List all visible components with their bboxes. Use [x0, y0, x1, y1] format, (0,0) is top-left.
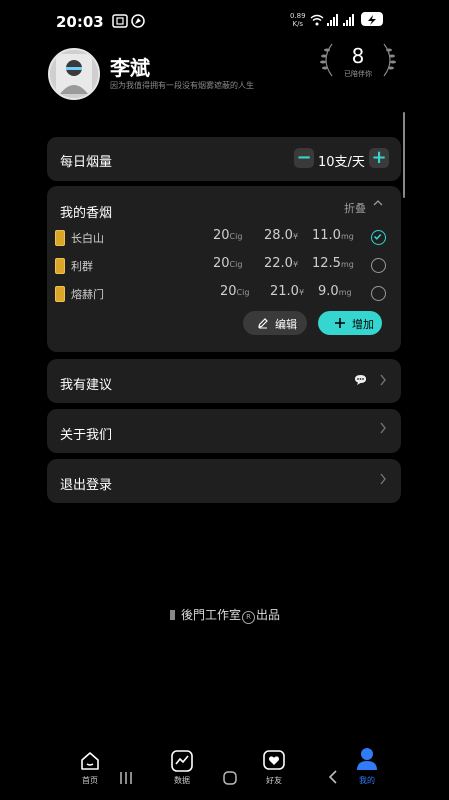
chat-bubble-icon [355, 375, 366, 385]
chart-icon[interactable] [170, 749, 194, 773]
menu-about-label: 关于我们 [60, 428, 113, 443]
chevron-up-icon[interactable] [372, 197, 384, 209]
cigarette-tar: 11.0mg [312, 228, 354, 243]
count-value: 20 [213, 256, 230, 271]
battery-icon [361, 12, 383, 26]
studio-name: 後門工作室 [181, 608, 242, 622]
menu-suggest-label: 我有建议 [60, 378, 113, 393]
days-count: 8 [351, 44, 365, 68]
price-value: 21.0 [270, 284, 299, 299]
chevron-right-icon [380, 473, 386, 485]
nav-data-label[interactable]: 数据 [160, 775, 204, 786]
chevron-right-icon [380, 374, 386, 386]
cigarette-count: 20Cig [213, 228, 242, 243]
cigarette-row[interactable]: 利群 20Cig 22.0¥ 12.5mg [47, 256, 401, 276]
studio-suffix: 出品 [256, 608, 281, 622]
user-motto: 因为我值得拥有一段没有烟雾遮蔽的人生 [110, 81, 254, 90]
count-unit: Cig [236, 288, 250, 297]
my-cigarettes-title: 我的香烟 [60, 206, 113, 221]
check-icon [373, 233, 382, 240]
menu-logout[interactable]: 退出登录 [47, 459, 401, 503]
user-profile-icon[interactable] [356, 747, 378, 771]
recent-apps-icon[interactable] [119, 771, 133, 785]
home-button-icon[interactable] [222, 770, 238, 786]
days-label: 已陪伴你 [344, 70, 372, 78]
tar-unit: mg [338, 288, 352, 297]
count-value: 20 [220, 284, 237, 299]
price-value: 28.0 [264, 228, 293, 243]
select-radio-checked[interactable] [371, 230, 386, 245]
price-unit: ¥ [292, 260, 299, 269]
price-value: 22.0 [264, 256, 293, 271]
signal-icon [327, 14, 338, 26]
add-button[interactable]: 增加 [318, 311, 382, 335]
count-value: 20 [213, 228, 230, 243]
nav-mine-label[interactable]: 我的 [345, 775, 389, 786]
home-icon[interactable] [79, 750, 101, 772]
pencil-icon [258, 318, 268, 329]
laurel-right-icon [383, 43, 396, 77]
cigarette-price: 22.0¥ [264, 256, 298, 271]
cigarette-count: 20Cig [220, 284, 249, 299]
cigarette-name: 熔赫门 [71, 288, 104, 301]
cigarette-price: 28.0¥ [264, 228, 298, 243]
cigarette-name: 利群 [71, 260, 93, 273]
tar-value: 9.0 [318, 284, 339, 299]
cigarette-pack-icon [55, 230, 65, 246]
compass-icon [131, 14, 145, 28]
back-icon[interactable] [327, 769, 339, 785]
edit-button[interactable]: 编辑 [243, 311, 307, 335]
wifi-icon [310, 14, 324, 26]
cigarette-row[interactable]: 熔赫门 20Cig 21.0¥ 9.0mg [47, 284, 401, 304]
cigarette-tar: 9.0mg [318, 284, 352, 299]
registered-icon: R [242, 611, 256, 624]
menu-logout-label: 退出登录 [60, 478, 113, 493]
edit-label: 编辑 [275, 318, 297, 331]
cigarette-name: 长白山 [71, 232, 104, 245]
scrollbar[interactable] [403, 112, 405, 198]
nav-home-label[interactable]: 首页 [68, 775, 112, 786]
nav-friends-label[interactable]: 好友 [252, 775, 296, 786]
menu-suggest[interactable]: 我有建议 [47, 359, 401, 403]
select-radio[interactable] [371, 258, 386, 273]
count-unit: Cig [229, 232, 243, 241]
screenshot-icon [112, 14, 128, 28]
cigarette-row[interactable]: 长白山 20Cig 28.0¥ 11.0mg [47, 228, 401, 248]
select-radio[interactable] [371, 286, 386, 301]
tar-value: 11.0 [312, 228, 341, 243]
plus-icon [335, 318, 345, 328]
studio-credit: 後門工作室 R 出品 [170, 606, 280, 624]
status-time: 20:03 [56, 13, 104, 31]
cigarette-pack-icon [55, 286, 65, 302]
avatar[interactable] [48, 48, 100, 100]
decrease-button[interactable]: − [294, 148, 314, 168]
tar-unit: mg [340, 260, 354, 269]
daily-amount-title: 每日烟量 [60, 155, 113, 170]
increase-button[interactable]: + [369, 148, 389, 168]
cigarette-tar: 12.5mg [312, 256, 354, 271]
net-speed-unit: K/s [292, 20, 304, 28]
price-unit: ¥ [298, 288, 305, 297]
user-name: 李斌 [110, 56, 150, 80]
menu-about[interactable]: 关于我们 [47, 409, 401, 453]
cigarette-count: 20Cig [213, 256, 242, 271]
chevron-right-icon [380, 422, 386, 434]
studio-logo-icon [170, 610, 175, 620]
net-speed-value: 0.89 [290, 12, 306, 20]
count-unit: Cig [229, 260, 243, 269]
cigarette-price: 21.0¥ [270, 284, 304, 299]
tar-value: 12.5 [312, 256, 341, 271]
tar-unit: mg [340, 232, 354, 241]
daily-amount-value: 10支/天 [318, 155, 365, 170]
friends-heart-icon[interactable] [262, 749, 286, 773]
price-unit: ¥ [292, 232, 299, 241]
cigarette-pack-icon [55, 258, 65, 274]
fold-button[interactable]: 折叠 [344, 200, 366, 216]
status-bar: 20:03 0.89 K/s [0, 0, 449, 44]
net-speed: 0.89 K/s [290, 12, 306, 28]
add-label: 增加 [352, 318, 374, 331]
signal-icon [343, 14, 354, 26]
